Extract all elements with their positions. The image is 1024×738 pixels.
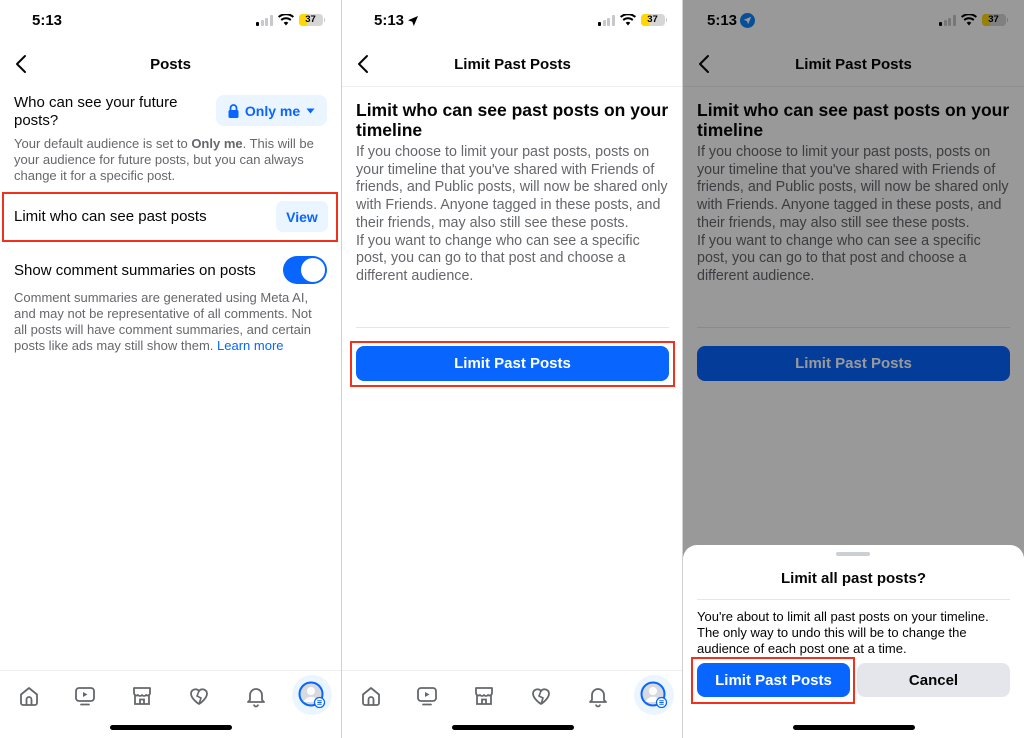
- marketplace-icon: [133, 687, 151, 705]
- location-arrow-icon: [408, 15, 419, 26]
- notifications-bell-icon: [589, 688, 607, 708]
- content-divider: [356, 327, 669, 328]
- tab-dating[interactable]: [524, 679, 558, 713]
- limit-past-posts-label: Limit who can see past posts: [14, 208, 207, 225]
- page-title: Limit Past Posts: [454, 56, 571, 73]
- home-icon: [362, 687, 380, 706]
- nav-bar: Limit Past Posts: [342, 44, 683, 86]
- tab-profile-menu[interactable]: [634, 675, 674, 715]
- tab-notifications[interactable]: [581, 679, 615, 713]
- tab-home[interactable]: [12, 679, 46, 713]
- home-icon: [20, 687, 38, 706]
- comment-summaries-label: Show comment summaries on posts: [14, 262, 256, 279]
- status-time: 5:13: [32, 12, 63, 29]
- confirm-bottom-sheet: Limit all past posts? You're about to li…: [683, 545, 1024, 738]
- wifi-icon: [619, 14, 636, 26]
- explanation-text: If you choose to limit your past posts, …: [356, 144, 673, 286]
- learn-more-link[interactable]: Learn more: [217, 338, 283, 353]
- nav-divider: [342, 86, 683, 87]
- tab-profile-menu[interactable]: [292, 675, 332, 715]
- caret-down-icon: [306, 108, 315, 113]
- screen-limit-confirm: 5:13 37 Limit Past Posts Limit who can s…: [683, 0, 1024, 738]
- battery-icon: 37: [298, 14, 325, 26]
- tab-dating[interactable]: [182, 679, 216, 713]
- home-indicator: [110, 725, 232, 730]
- sheet-grabber[interactable]: [836, 552, 870, 556]
- dating-heart-icon: [190, 688, 208, 705]
- status-bar: 5:13 37: [342, 12, 683, 32]
- screen-limit-past-posts: 5:13 37 Limit Past Posts Limit who can s…: [342, 0, 683, 738]
- future-posts-label: Who can see your future posts?: [14, 94, 178, 129]
- confirm-limit-button[interactable]: Limit Past Posts: [697, 663, 850, 697]
- bottom-tab-bar: [0, 670, 341, 738]
- nav-bar: Posts: [0, 44, 341, 86]
- section-heading: Limit who can see past posts on your tim…: [356, 100, 669, 140]
- tab-marketplace[interactable]: [467, 679, 501, 713]
- page-title: Posts: [150, 56, 191, 73]
- tab-marketplace[interactable]: [125, 679, 159, 713]
- comment-summaries-help: Comment summaries are generated using Me…: [14, 290, 312, 353]
- tab-notifications[interactable]: [239, 679, 273, 713]
- cancel-button[interactable]: Cancel: [857, 663, 1010, 697]
- video-icon: [417, 687, 437, 706]
- notifications-bell-icon: [247, 688, 265, 708]
- limit-past-posts-button[interactable]: Limit Past Posts: [356, 346, 669, 381]
- view-button[interactable]: View: [276, 201, 328, 232]
- explanation-paragraph: If you choose to limit your past posts, …: [356, 144, 668, 231]
- future-posts-row: Who can see your future posts? Only me: [14, 94, 327, 130]
- comment-summaries-row: Show comment summaries on posts: [14, 256, 327, 286]
- cellular-signal-icon: [256, 14, 273, 26]
- audience-help-text: Your default audience is set to Only me.…: [14, 136, 314, 183]
- sheet-title: Limit all past posts?: [780, 570, 927, 587]
- comment-summaries-toggle[interactable]: [283, 256, 327, 284]
- wifi-icon: [277, 14, 294, 26]
- tab-video[interactable]: [68, 679, 102, 713]
- battery-icon: 37: [640, 14, 667, 26]
- status-time: 5:13: [374, 12, 419, 29]
- sheet-body: You're about to limit all past posts on …: [697, 609, 989, 656]
- explanation-paragraph: If you want to change who can see a spec…: [356, 232, 640, 284]
- home-indicator: [452, 725, 574, 730]
- dating-heart-icon: [532, 688, 550, 705]
- video-icon: [75, 687, 95, 706]
- profile-menu-icon: [640, 681, 668, 709]
- marketplace-icon: [475, 687, 493, 705]
- home-indicator: [793, 725, 915, 730]
- lock-icon: [228, 103, 239, 118]
- screen-posts-settings: 5:13 37 Posts Who can see your future po…: [0, 0, 341, 738]
- limit-past-posts-row[interactable]: Limit who can see past posts View: [2, 192, 338, 242]
- status-bar: 5:13 37: [0, 12, 341, 32]
- audience-dropdown[interactable]: Only me: [216, 95, 327, 126]
- tab-home[interactable]: [354, 679, 388, 713]
- bottom-tab-bar: [342, 670, 683, 738]
- profile-menu-icon: [298, 681, 326, 709]
- cellular-signal-icon: [598, 14, 615, 26]
- audience-value: Only me: [244, 102, 301, 119]
- tab-video[interactable]: [410, 679, 444, 713]
- sheet-divider: [697, 599, 1010, 600]
